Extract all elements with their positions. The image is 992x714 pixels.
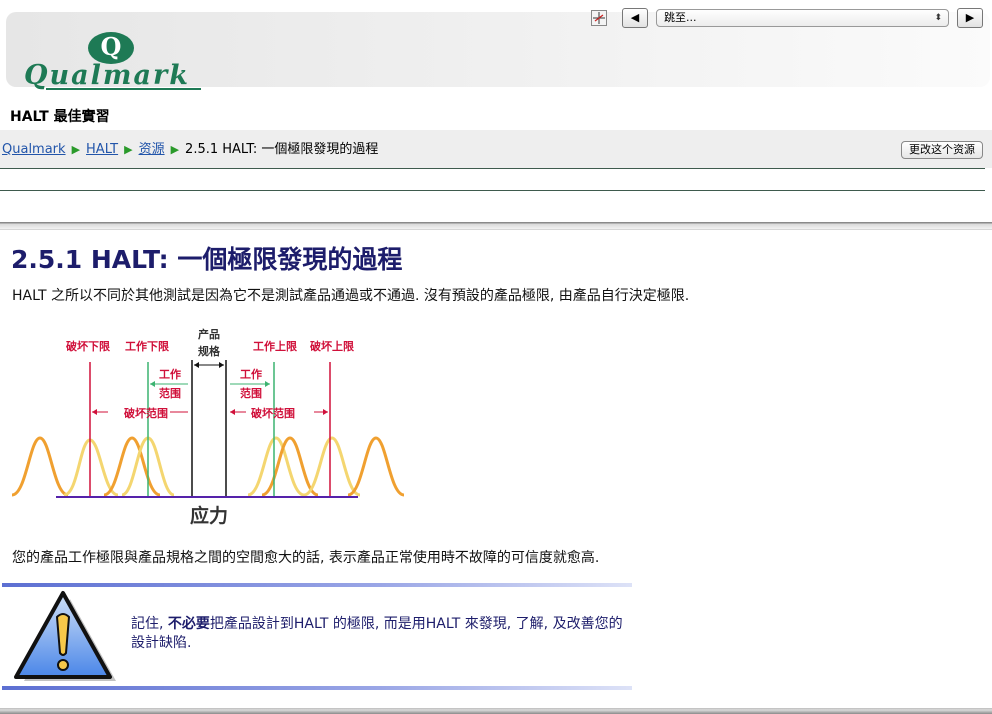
operate-upper-label: 工作上限	[253, 339, 297, 353]
conclusion-paragraph: 您的產品工作極限與產品規格之間的空間愈大的話, 表示產品正常使用時不故障的可信度…	[12, 550, 600, 566]
operate-range-right-line1: 工作	[240, 367, 262, 381]
curve-orange-left	[11, 436, 69, 497]
page-title: 2.5.1 HALT: 一個極限發現的過程	[11, 245, 403, 274]
operate-range-left-line2: 范围	[159, 386, 181, 400]
breadcrumb-link-resources[interactable]: 资源	[139, 142, 165, 157]
curve-yellow-left	[63, 438, 119, 497]
stress-axis-label: 应力	[190, 504, 228, 527]
select-arrows-icon: ⬍	[934, 13, 942, 23]
curve-orange-left2	[103, 436, 161, 497]
destruct-upper-label: 破坏上限	[310, 339, 354, 353]
breadcrumb: Qualmark ▶ HALT ▶ 资源 ▶ 2.5.1 HALT: 一個極限發現的過程	[2, 138, 378, 157]
note-rule-top	[2, 583, 632, 587]
navigation-map-icon[interactable]	[591, 10, 607, 26]
spec-label-line2: 规格	[198, 344, 221, 358]
spec-label-line1: 产品	[198, 327, 220, 341]
destruct-range-right-label: 破坏范围	[251, 406, 295, 420]
note-emphasis: 不必要	[167, 616, 210, 632]
curve-orange-right2	[347, 436, 405, 497]
note-prefix: 記住,	[131, 616, 168, 632]
logo-text: Qualmark	[24, 60, 190, 91]
breadcrumb-current: 2.5.1 HALT: 一個極限發現的過程	[185, 142, 379, 157]
operate-lower-label: 工作下限	[125, 339, 169, 353]
breadcrumb-separator-icon: ▶	[124, 143, 133, 156]
breadcrumb-link-qualmark[interactable]: Qualmark	[2, 142, 66, 157]
next-page-button[interactable]: ▶	[957, 8, 983, 28]
curve-yellow-right2	[303, 436, 361, 497]
operate-range-left-line1: 工作	[159, 367, 181, 381]
note-text: 記住, 不必要把產品設計到HALT 的極限, 而是用HALT 來發現, 了解, …	[131, 615, 631, 653]
warning-icon	[14, 591, 116, 681]
breadcrumb-link-halt[interactable]: HALT	[86, 142, 118, 157]
operate-range-right-line2: 范围	[240, 386, 262, 400]
update-resource-button[interactable]: 更改这个资源	[901, 141, 983, 159]
logo-underline	[46, 88, 201, 90]
jump-to-select[interactable]: 跳至... ⬍	[656, 9, 949, 27]
destruct-lower-label: 破坏下限	[66, 339, 110, 353]
note-rule-bottom	[2, 686, 632, 690]
previous-page-button[interactable]: ◀	[622, 8, 648, 28]
content-separator	[0, 222, 992, 230]
divider	[0, 190, 985, 191]
destruct-range-left-label: 破坏范围	[124, 406, 168, 420]
course-title: HALT 最佳實習	[10, 109, 110, 125]
footer-separator	[0, 708, 992, 714]
jump-to-selected: 跳至...	[664, 11, 697, 24]
breadcrumb-separator-icon: ▶	[71, 143, 81, 156]
breadcrumb-separator-icon: ▶	[170, 143, 180, 156]
intro-paragraph: HALT 之所以不同於其他測試是因為它不是測試產品通過或不通過. 沒有預設的產品…	[12, 288, 690, 304]
divider	[0, 168, 985, 169]
halt-limits-diagram: 破坏下限 工作下限 产品 规格 工作上限 破坏上限 工作 范围 工作 范围 破坏…	[11, 327, 405, 527]
